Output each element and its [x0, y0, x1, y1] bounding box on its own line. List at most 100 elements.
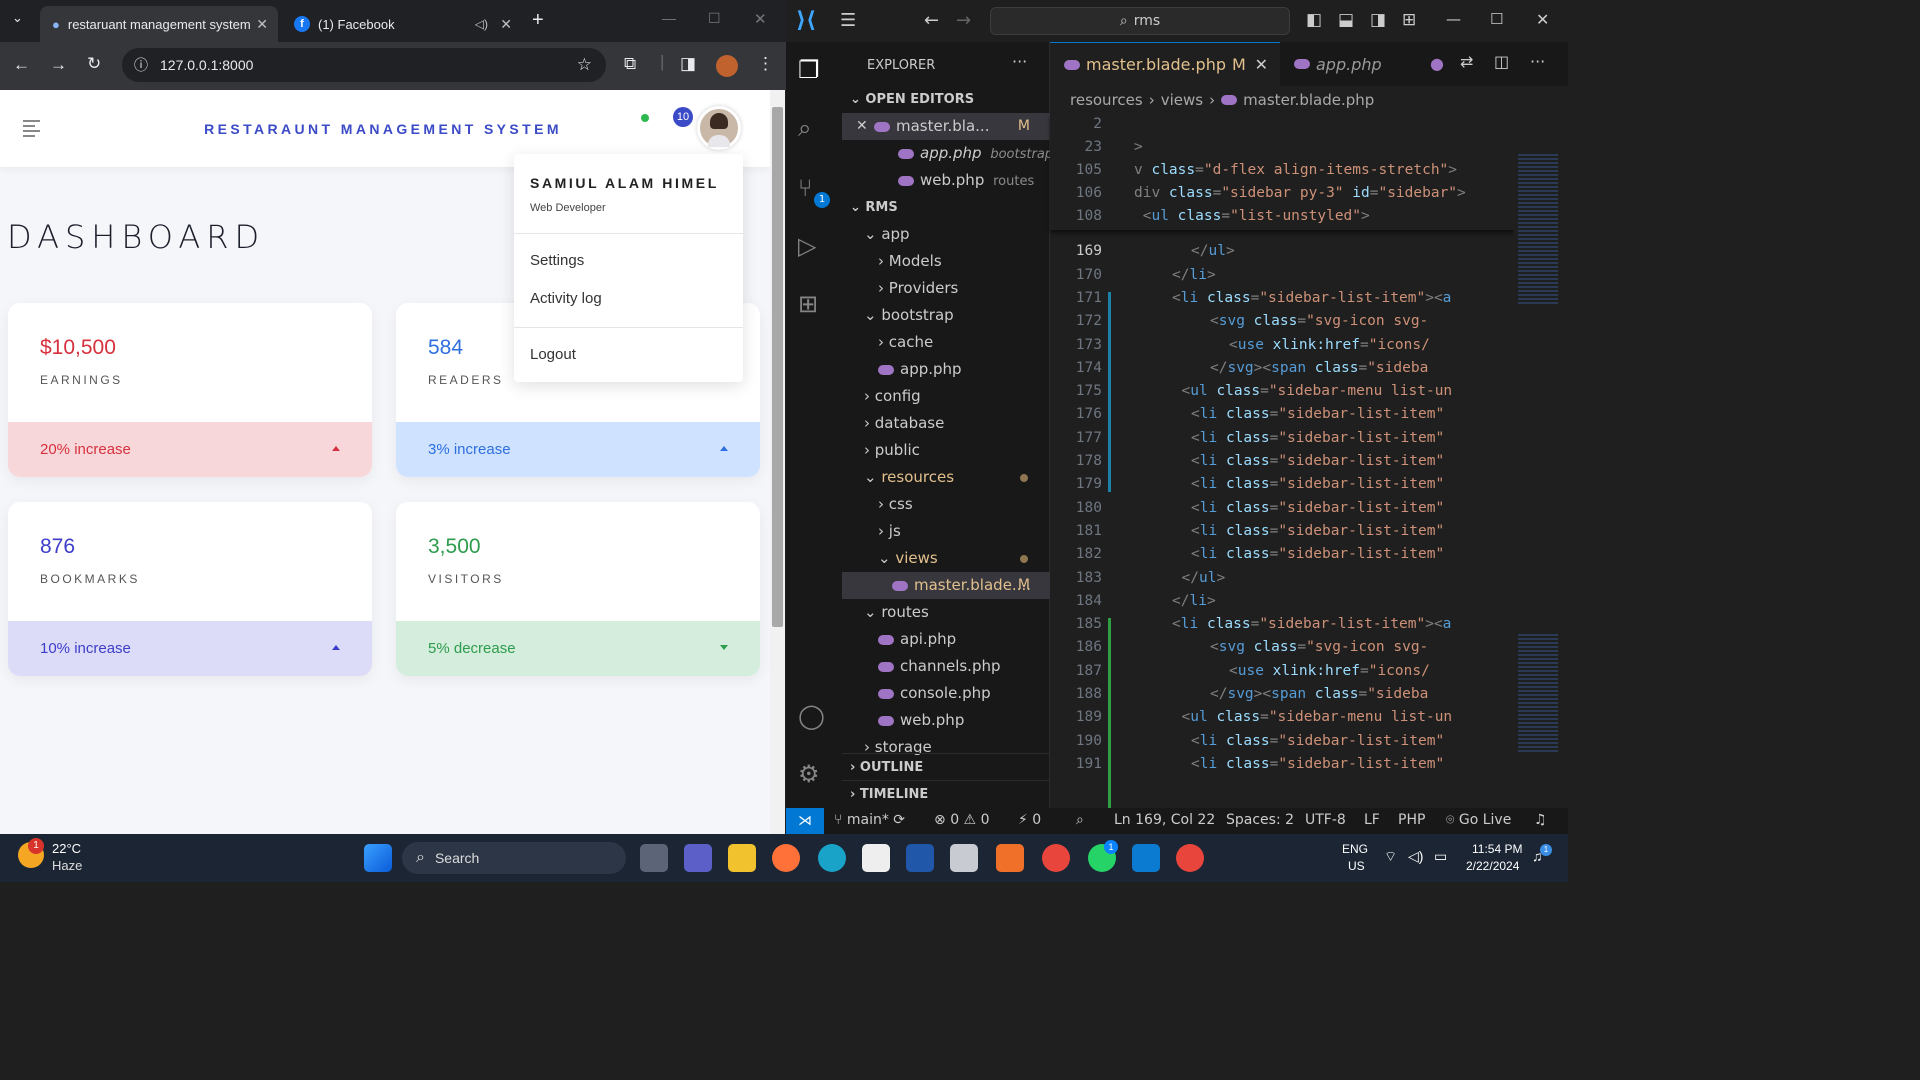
close-icon[interactable]: ✕ — [500, 16, 512, 33]
toggle-panel-icon[interactable]: ⬓ — [1338, 10, 1354, 30]
more-actions-icon[interactable]: ··· — [1012, 52, 1027, 71]
profile-avatar[interactable] — [716, 55, 738, 77]
notification-badge[interactable]: 10 — [673, 107, 693, 127]
brand-title[interactable]: RESTARAUNT MANAGEMENT SYSTEM — [0, 121, 766, 137]
code-line[interactable]: <li class="sidebar-list-item" — [1134, 406, 1444, 422]
code-line[interactable]: </li> — [1134, 593, 1216, 609]
tree-item[interactable]: › css — [842, 491, 1050, 518]
tree-item[interactable]: › database — [842, 410, 1050, 437]
tree-item[interactable]: ⌄ resources — [842, 464, 1050, 491]
menu-item-logout[interactable]: Logout — [530, 346, 576, 363]
side-panel-icon[interactable]: ◨ — [680, 54, 696, 74]
tree-item[interactable]: master.blade.... M — [842, 572, 1050, 599]
window-close-icon[interactable]: ✕ — [754, 10, 767, 28]
language-region[interactable]: US — [1348, 859, 1365, 873]
customize-layout-icon[interactable]: ⊞ — [1402, 10, 1416, 30]
close-icon[interactable]: ✕ — [256, 16, 268, 33]
code-line[interactable]: <li class="sidebar-list-item"><a — [1134, 290, 1451, 306]
code-line[interactable]: <li class="sidebar-list-item" — [1134, 756, 1444, 772]
more-actions-icon[interactable]: ··· — [1530, 52, 1545, 71]
bookmark-star-icon[interactable]: ☆ — [577, 55, 592, 75]
code-area[interactable]: 168 169 </ul> 170 </li> 171 <li class="sidebar… — [1050, 232, 1514, 808]
wifi-icon[interactable]: ⌔ — [1384, 848, 1397, 866]
split-editor-icon[interactable]: ◫ — [1494, 52, 1509, 71]
menu-icon[interactable]: ☰ — [840, 10, 856, 31]
close-icon[interactable]: ✕ — [1255, 55, 1268, 74]
task-view-icon[interactable] — [640, 844, 668, 872]
open-editors-section[interactable]: ⌄ OPEN EDITORS — [842, 86, 1050, 113]
compare-changes-icon[interactable]: ⇄ — [1460, 52, 1473, 71]
chrome-icon[interactable] — [1042, 844, 1070, 872]
weather-desc[interactable]: Haze — [52, 858, 82, 873]
reload-icon[interactable]: ↻ — [87, 54, 101, 74]
breadcrumb-item[interactable]: resources — [1070, 91, 1143, 109]
indentation[interactable]: Spaces: 2 — [1226, 812, 1294, 828]
search-icon[interactable]: ⌕ — [798, 114, 811, 142]
code-line[interactable]: </svg><span class="sideba — [1134, 686, 1428, 702]
timeline-section[interactable]: › TIMELINE — [842, 780, 1050, 807]
back-icon[interactable]: ← — [13, 55, 30, 75]
go-live-button[interactable]: ⌾ Go Live — [1446, 812, 1511, 828]
tab-search-icon[interactable]: ⌄ — [12, 10, 23, 26]
notifications-bell-icon[interactable]: ♫ — [1534, 812, 1547, 828]
open-editor-item[interactable]: ✕ master.bla... M — [842, 113, 1050, 140]
battery-icon[interactable]: ▭ — [1434, 848, 1447, 865]
code-line[interactable]: </li> — [1134, 267, 1216, 283]
volume-icon[interactable]: ◁) — [1408, 848, 1423, 865]
microsoft-store-icon[interactable] — [862, 844, 890, 872]
tab-app-php[interactable]: app.php — [1280, 42, 1410, 86]
branch-indicator[interactable]: ⑂ main* ⟳ — [834, 812, 905, 828]
menu-item-activity-log[interactable]: Activity log — [530, 290, 602, 307]
code-line[interactable]: <li class="sidebar-list-item" — [1134, 430, 1444, 446]
command-center-search[interactable]: ⌕ rms — [990, 7, 1290, 35]
minimap[interactable] — [1514, 114, 1568, 808]
code-line[interactable]: <li class="sidebar-list-item" — [1134, 733, 1444, 749]
tree-item[interactable]: › Providers — [842, 275, 1050, 302]
windows-start-icon[interactable] — [364, 844, 392, 872]
extensions-icon[interactable]: ⧉ — [624, 54, 636, 74]
code-line[interactable]: <ul class="sidebar-menu list-un — [1134, 383, 1453, 399]
xampp-icon[interactable] — [996, 844, 1024, 872]
code-line[interactable]: </ul> — [1134, 243, 1235, 259]
file-explorer-icon[interactable] — [728, 844, 756, 872]
code-line[interactable]: <li class="sidebar-list-item" — [1134, 453, 1444, 469]
code-line[interactable]: <li class="sidebar-list-item" — [1134, 546, 1444, 562]
language-code[interactable]: ENG — [1342, 842, 1368, 856]
tree-item[interactable]: › cache — [842, 329, 1050, 356]
end-of-line[interactable]: LF — [1364, 812, 1380, 828]
clock-time[interactable]: 11:54 PM — [1472, 842, 1522, 856]
open-editor-item[interactable]: app.php bootstrap — [842, 140, 1053, 167]
sticky-code-line[interactable]: div class="sidebar py-3" id="sidebar"> — [1134, 185, 1466, 201]
tab-master-blade[interactable]: master.blade.php M ✕ — [1050, 42, 1280, 86]
site-info-icon[interactable]: ⓘ — [134, 55, 148, 75]
ports-indicator[interactable]: ⚡ 0 — [1018, 812, 1041, 828]
word-icon[interactable] — [906, 844, 934, 872]
tree-item[interactable]: ⌄ routes — [842, 599, 1050, 626]
tree-item[interactable]: web.php — [842, 707, 1050, 734]
snipping-tool-icon[interactable] — [950, 844, 978, 872]
weather-temp[interactable]: 22°C — [52, 841, 81, 856]
minimize-icon[interactable]: — — [662, 10, 676, 26]
new-tab-icon[interactable]: + — [532, 9, 544, 32]
nav-forward-icon[interactable]: → — [956, 10, 971, 31]
tree-item[interactable]: ⌄ app — [842, 221, 1050, 248]
tree-item[interactable]: › public — [842, 437, 1050, 464]
code-line[interactable]: </ul> — [1134, 570, 1226, 586]
tree-item[interactable]: app.php — [842, 356, 1050, 383]
code-line[interactable]: <li class="sidebar-list-item" — [1134, 476, 1444, 492]
project-section[interactable]: ⌄ RMS — [842, 194, 1050, 221]
language-mode[interactable]: PHP — [1398, 812, 1425, 828]
code-line[interactable]: </svg><span class="sideba — [1134, 360, 1428, 376]
zoom-icon[interactable]: ⌕ — [1076, 812, 1084, 828]
settings-gear-icon[interactable]: ⚙ — [798, 760, 820, 788]
problems-indicator[interactable]: ⊗ 0 ⚠ 0 — [934, 812, 989, 828]
audio-icon[interactable]: ◁) — [475, 17, 488, 31]
maximize-icon[interactable]: ☐ — [1490, 10, 1503, 28]
user-avatar[interactable] — [697, 106, 741, 150]
code-line[interactable]: <use xlink:href="icons/ — [1134, 337, 1430, 353]
scrollbar-thumb[interactable] — [772, 107, 783, 627]
breadcrumb-item[interactable]: master.blade.php — [1243, 91, 1374, 109]
cursor-position[interactable]: Ln 169, Col 22 — [1114, 812, 1215, 828]
code-line[interactable]: <svg class="svg-icon svg- — [1134, 639, 1428, 655]
run-debug-icon[interactable]: ▷ — [798, 232, 816, 260]
